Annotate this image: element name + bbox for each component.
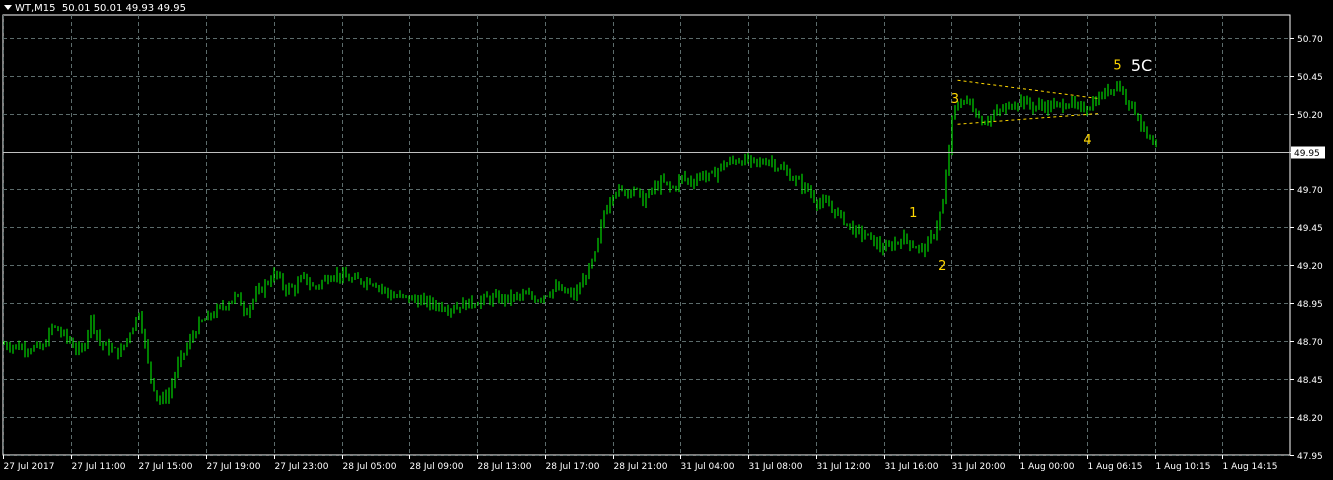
price-label: 49.95 bbox=[1294, 149, 1320, 159]
wave-label: 1 bbox=[909, 206, 917, 221]
time-axis: 27 Jul 2017 27 Jul 11:00 27 Jul 15:00 27 Ju… bbox=[3, 455, 1278, 472]
x-tick-label: 31 Jul 12:00 bbox=[817, 462, 871, 472]
chart-canvas: 49.95 50.70 50.45 50.20 49.70 49.45 49.20 48.9… bbox=[2, 14, 1325, 472]
x-tick-label: 1 Aug 06:15 bbox=[1088, 462, 1143, 472]
x-tick-label: 31 Jul 08:00 bbox=[749, 462, 803, 472]
y-tick-label: 49.45 bbox=[1297, 224, 1323, 234]
y-tick-label: 48.70 bbox=[1297, 338, 1323, 348]
wave-labels: 1 2 3 4 5 5C bbox=[909, 56, 1152, 274]
symbol-timeframe: WT,M15 bbox=[15, 3, 56, 14]
x-tick-label: 28 Jul 05:00 bbox=[343, 462, 397, 472]
ohlc-values: 50.01 50.01 49.93 49.95 bbox=[61, 3, 186, 14]
y-tick-label: 48.45 bbox=[1297, 376, 1323, 386]
price-chart[interactable]: 49.95 50.70 50.45 50.20 49.70 49.45 49.20 48.9… bbox=[0, 0, 1333, 476]
x-tick-label: 28 Jul 17:00 bbox=[546, 462, 600, 472]
x-tick-label: 1 Aug 10:15 bbox=[1156, 462, 1211, 472]
x-tick-label: 31 Jul 20:00 bbox=[952, 462, 1006, 472]
x-tick-label: 27 Jul 11:00 bbox=[72, 462, 126, 472]
y-tick-label: 48.20 bbox=[1297, 414, 1323, 424]
grid bbox=[2, 14, 1291, 456]
x-tick-label: 1 Aug 00:00 bbox=[1020, 462, 1075, 472]
x-tick-label: 27 Jul 15:00 bbox=[139, 462, 193, 472]
x-tick-label: 28 Jul 13:00 bbox=[478, 462, 532, 472]
x-tick-label: 1 Aug 14:15 bbox=[1223, 462, 1278, 472]
candles bbox=[3, 80, 1157, 405]
wave-label: 5C bbox=[1131, 56, 1152, 75]
wave-label: 5 bbox=[1113, 59, 1121, 74]
x-tick-label: 27 Jul 19:00 bbox=[207, 462, 261, 472]
y-tick-label: 49.70 bbox=[1297, 186, 1323, 196]
y-tick-label: 47.95 bbox=[1297, 452, 1323, 462]
plot-frame bbox=[2, 14, 1291, 456]
y-tick-label: 50.45 bbox=[1297, 73, 1323, 83]
x-tick-label: 27 Jul 23:00 bbox=[275, 462, 329, 472]
x-tick-label: 28 Jul 21:00 bbox=[614, 462, 668, 472]
symbol-header: WT,M15 50.01 50.01 49.93 49.95 bbox=[4, 3, 186, 14]
current-price-line: 49.95 bbox=[3, 146, 1325, 159]
wave-label: 4 bbox=[1083, 133, 1091, 148]
wave-label: 3 bbox=[951, 92, 959, 107]
y-tick-label: 49.20 bbox=[1297, 262, 1323, 272]
x-tick-label: 31 Jul 04:00 bbox=[681, 462, 735, 472]
channel-upper bbox=[957, 79, 1098, 99]
price-axis: 50.70 50.45 50.20 49.70 49.45 49.20 48.95 48.70… bbox=[1290, 35, 1323, 462]
x-tick-label: 27 Jul 2017 bbox=[4, 462, 55, 472]
dropdown-triangle-icon[interactable] bbox=[4, 5, 12, 10]
x-tick-label: 31 Jul 16:00 bbox=[885, 462, 939, 472]
y-tick-label: 50.20 bbox=[1297, 111, 1323, 121]
y-tick-label: 50.70 bbox=[1297, 35, 1323, 45]
wave-label: 2 bbox=[938, 259, 946, 274]
y-tick-label: 48.95 bbox=[1297, 300, 1323, 310]
x-tick-label: 28 Jul 09:00 bbox=[410, 462, 464, 472]
